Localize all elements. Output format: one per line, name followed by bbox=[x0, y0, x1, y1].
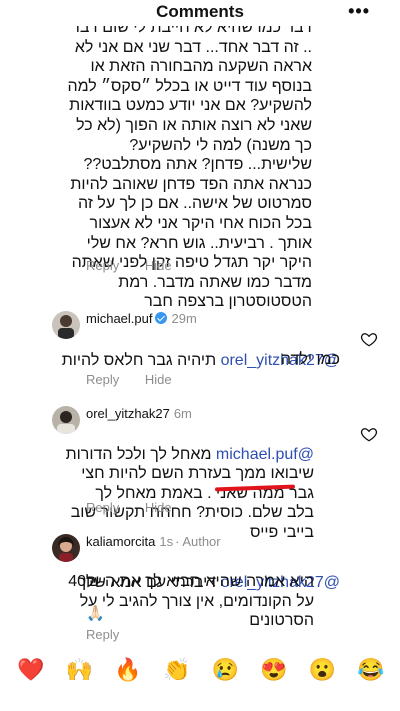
username[interactable]: kaliamorcita bbox=[86, 534, 155, 549]
comment-meta: kaliamorcita 1s · Author bbox=[86, 534, 221, 549]
comment-text-line: כמו ילדה bbox=[280, 351, 340, 368]
like-heart-icon[interactable] bbox=[360, 425, 378, 443]
timestamp: 1s bbox=[159, 534, 174, 549]
red-heart-icon[interactable]: ❤️ bbox=[16, 655, 46, 685]
reply-button[interactable]: Reply bbox=[86, 372, 119, 387]
reply-button[interactable]: Reply bbox=[86, 627, 119, 642]
avatar[interactable] bbox=[52, 534, 80, 562]
hide-button[interactable]: Hide bbox=[145, 500, 172, 515]
comment-actions: Reply Hide bbox=[86, 258, 194, 273]
fire-icon[interactable]: 🔥 bbox=[113, 655, 143, 685]
clapping-hands-icon[interactable]: 👏 bbox=[162, 655, 192, 685]
mention-link[interactable]: @michael.puf bbox=[216, 446, 314, 463]
crying-face-icon[interactable]: 😢 bbox=[210, 655, 240, 685]
raising-hands-icon[interactable]: 🙌 bbox=[65, 655, 95, 685]
quick-reactions-bar: ❤️ 🙌 🔥 👏 😢 😍 😮 😂 bbox=[0, 655, 400, 685]
like-heart-icon[interactable] bbox=[360, 330, 378, 348]
comments-header: Comments ••• bbox=[0, 0, 400, 26]
laughing-face-icon[interactable]: 😂 bbox=[356, 655, 386, 685]
comment-actions: Reply Hide bbox=[86, 372, 194, 387]
heart-eyes-icon[interactable]: 😍 bbox=[259, 655, 289, 685]
username[interactable]: orel_yitzhak27 bbox=[86, 406, 170, 421]
praying-hands-emoji: 🙏🏻 bbox=[86, 605, 105, 622]
hide-button[interactable]: Hide bbox=[145, 372, 172, 387]
comment-meta: michael.puf 29m bbox=[86, 311, 197, 326]
comment-actions: Reply bbox=[86, 627, 141, 642]
timestamp: 6m bbox=[173, 406, 192, 421]
username[interactable]: michael.puf bbox=[86, 311, 152, 326]
hide-button[interactable]: Hide bbox=[145, 258, 172, 273]
author-tag: · Author bbox=[175, 534, 221, 549]
verified-badge-icon bbox=[155, 312, 168, 324]
page-title: Comments bbox=[156, 2, 244, 21]
comment-text: @michael.puf מאחל לך ולכל הדורות שיבואו … bbox=[65, 445, 314, 541]
reply-button[interactable]: Reply bbox=[86, 258, 119, 273]
reply-button[interactable]: Reply bbox=[86, 500, 119, 515]
comment-meta: orel_yitzhak27 6m bbox=[86, 406, 192, 421]
timestamp: 29m bbox=[171, 311, 197, 326]
more-horizontal-icon[interactable]: ••• bbox=[348, 1, 370, 22]
comment-actions: Reply Hide bbox=[86, 500, 194, 515]
surprised-face-icon[interactable]: 😮 bbox=[307, 655, 337, 685]
